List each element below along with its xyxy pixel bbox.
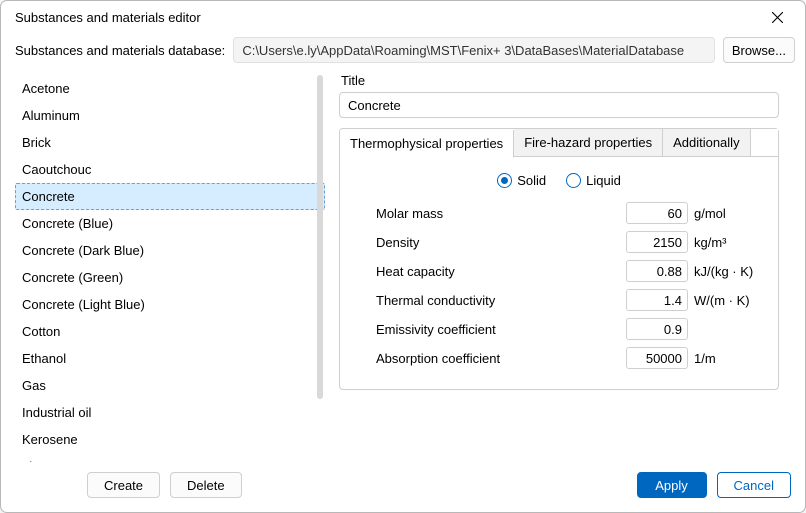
unit-molar-mass: g/mol — [688, 206, 758, 221]
unit-heat-capacity: kJ/(kg · K) — [688, 264, 758, 279]
input-absorption[interactable] — [626, 347, 688, 369]
materials-list-scroll[interactable]: AcetoneAluminumBrickCaoutchoucConcreteCo… — [15, 73, 325, 462]
list-item[interactable]: Concrete (Green) — [15, 264, 325, 291]
input-thermal-conductivity[interactable] — [626, 289, 688, 311]
tab-additionally[interactable]: Additionally — [663, 129, 751, 157]
list-item[interactable]: Acetone — [15, 75, 325, 102]
details-panel: Title Thermophysical properties Fire-haz… — [333, 73, 795, 462]
unit-absorption: 1/m — [688, 351, 758, 366]
tabs-container: Thermophysical properties Fire-hazard pr… — [339, 128, 779, 390]
row-emissivity: Emissivity coefficient — [376, 318, 758, 340]
list-item[interactable]: Aluminum — [15, 102, 325, 129]
label-emissivity: Emissivity coefficient — [376, 322, 626, 337]
list-item[interactable]: Linen — [15, 453, 325, 462]
input-molar-mass[interactable] — [626, 202, 688, 224]
editor-window: Substances and materials editor Substanc… — [0, 0, 806, 513]
list-item[interactable]: Kerosene — [15, 426, 325, 453]
list-item[interactable]: Concrete (Dark Blue) — [15, 237, 325, 264]
list-item[interactable]: Industrial oil — [15, 399, 325, 426]
title-input[interactable] — [339, 92, 779, 118]
row-heat-capacity: Heat capacity kJ/(kg · K) — [376, 260, 758, 282]
create-button[interactable]: Create — [87, 472, 160, 498]
list-item[interactable]: Concrete (Blue) — [15, 210, 325, 237]
label-absorption: Absorption coefficient — [376, 351, 626, 366]
row-molar-mass: Molar mass g/mol — [376, 202, 758, 224]
unit-density: kg/m³ — [688, 235, 758, 250]
delete-button[interactable]: Delete — [170, 472, 242, 498]
unit-thermal-conductivity: W/(m · K) — [688, 293, 758, 308]
list-item[interactable]: Concrete — [15, 183, 325, 210]
tabs-strip: Thermophysical properties Fire-hazard pr… — [340, 129, 778, 157]
list-item[interactable]: Cotton — [15, 318, 325, 345]
list-item[interactable]: Brick — [15, 129, 325, 156]
footer-right: Apply Cancel — [637, 472, 791, 498]
radio-liquid[interactable]: Liquid — [566, 173, 621, 188]
window-title: Substances and materials editor — [15, 10, 201, 25]
materials-list: AcetoneAluminumBrickCaoutchoucConcreteCo… — [15, 73, 325, 462]
browse-button[interactable]: Browse... — [723, 37, 795, 63]
label-heat-capacity: Heat capacity — [376, 264, 626, 279]
list-item[interactable]: Ethanol — [15, 345, 325, 372]
properties-table: Molar mass g/mol Density kg/m³ Heat capa… — [360, 202, 758, 369]
close-icon — [772, 12, 783, 23]
database-path-input[interactable] — [233, 37, 715, 63]
list-item[interactable]: Concrete (Light Blue) — [15, 291, 325, 318]
phase-radio-group: Solid Liquid — [360, 173, 758, 188]
apply-button[interactable]: Apply — [637, 472, 707, 498]
database-path-row: Substances and materials database: Brows… — [1, 33, 805, 73]
tabs-filler — [751, 129, 778, 157]
database-path-label: Substances and materials database: — [15, 43, 225, 58]
input-emissivity[interactable] — [626, 318, 688, 340]
materials-scrollbar-thumb[interactable] — [317, 75, 323, 399]
cancel-button[interactable]: Cancel — [717, 472, 791, 498]
tab-fire-hazard[interactable]: Fire-hazard properties — [514, 129, 663, 157]
row-density: Density kg/m³ — [376, 231, 758, 253]
input-density[interactable] — [626, 231, 688, 253]
titlebar: Substances and materials editor — [1, 1, 805, 33]
label-thermal-conductivity: Thermal conductivity — [376, 293, 626, 308]
title-label: Title — [339, 73, 795, 92]
input-heat-capacity[interactable] — [626, 260, 688, 282]
label-molar-mass: Molar mass — [376, 206, 626, 221]
list-item[interactable]: Gas — [15, 372, 325, 399]
label-density: Density — [376, 235, 626, 250]
tab-body: Solid Liquid Molar mass g/mol — [340, 157, 778, 389]
row-absorption: Absorption coefficient 1/m — [376, 347, 758, 369]
materials-scrollbar[interactable] — [315, 75, 325, 457]
radio-solid[interactable]: Solid — [497, 173, 546, 188]
radio-liquid-icon — [566, 173, 581, 188]
footer-left: Create Delete — [87, 472, 242, 498]
close-button[interactable] — [757, 3, 797, 31]
materials-panel: AcetoneAluminumBrickCaoutchoucConcreteCo… — [15, 73, 325, 462]
tab-thermophysical[interactable]: Thermophysical properties — [340, 130, 514, 158]
list-item[interactable]: Caoutchouc — [15, 156, 325, 183]
materials-list-wrap: AcetoneAluminumBrickCaoutchoucConcreteCo… — [15, 73, 325, 462]
row-thermal-conductivity: Thermal conductivity W/(m · K) — [376, 289, 758, 311]
radio-solid-label: Solid — [517, 173, 546, 188]
radio-liquid-label: Liquid — [586, 173, 621, 188]
radio-solid-icon — [497, 173, 512, 188]
body: AcetoneAluminumBrickCaoutchoucConcreteCo… — [1, 73, 805, 462]
footer: Create Delete Apply Cancel — [1, 462, 805, 512]
